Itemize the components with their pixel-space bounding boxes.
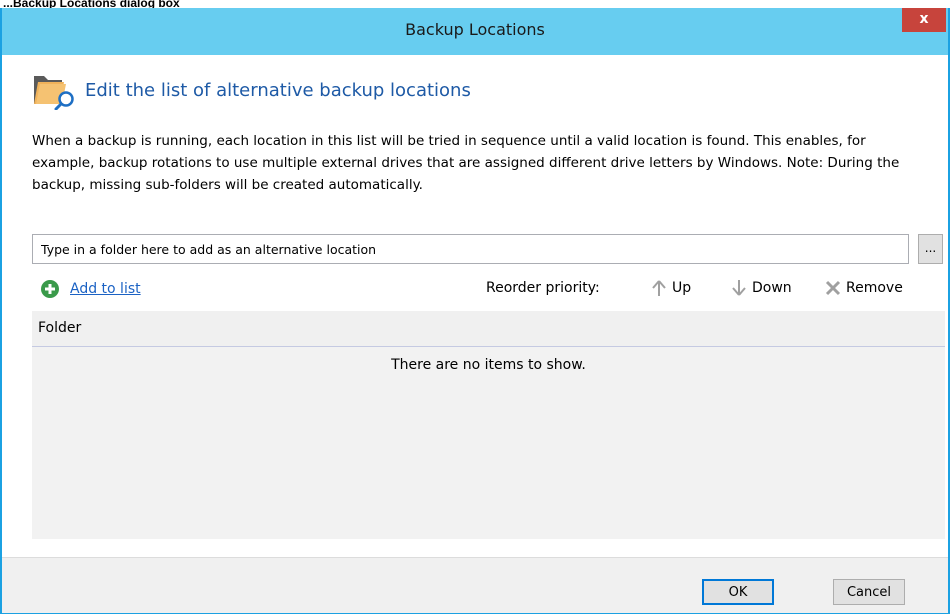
column-header-folder[interactable]: Folder: [32, 311, 945, 347]
arrow-down-icon: [732, 280, 746, 296]
reorder-priority-label: Reorder priority:: [486, 280, 600, 296]
description-text: When a backup is running, each location …: [32, 133, 900, 193]
dialog-button-bar: OK Cancel: [2, 557, 948, 613]
list-toolbar: Add to list Reorder priority: Up Down Re…: [32, 276, 922, 300]
window-title: Backup Locations: [405, 20, 545, 39]
cancel-button[interactable]: Cancel: [833, 579, 905, 605]
plus-circle-icon[interactable]: [40, 279, 60, 299]
folder-path-input[interactable]: [32, 234, 909, 264]
remove-label: Remove: [846, 280, 903, 296]
move-up-label: Up: [672, 280, 692, 296]
close-button[interactable]: x: [902, 8, 946, 32]
arrow-up-icon: [652, 280, 666, 296]
remove-x-icon: [825, 280, 841, 296]
title-bar[interactable]: Backup Locations x: [2, 8, 948, 55]
browse-button[interactable]: ...: [918, 234, 943, 264]
move-down-label: Down: [752, 280, 792, 296]
add-to-list-link[interactable]: Add to list: [70, 281, 141, 297]
column-header-label: Folder: [38, 320, 82, 336]
locations-list[interactable]: Folder There are no items to show.: [32, 311, 945, 539]
dialog-heading: Edit the list of alternative backup loca…: [85, 80, 471, 101]
folder-search-icon: [34, 76, 74, 110]
backup-locations-dialog: Backup Locations x Edit the list of alte…: [0, 8, 950, 614]
ok-button[interactable]: OK: [702, 579, 774, 605]
empty-list-message: There are no items to show.: [391, 357, 586, 373]
